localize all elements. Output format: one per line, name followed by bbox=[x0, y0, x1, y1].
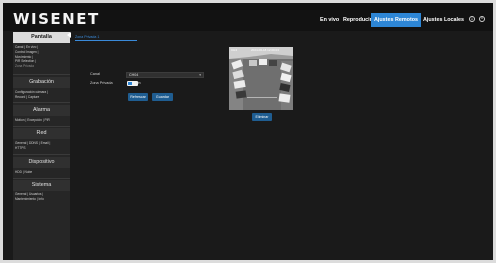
sidebar-item-configuracion-camara[interactable]: Configuración cámara bbox=[15, 90, 46, 94]
nav-reproducir[interactable]: Reproducir bbox=[340, 13, 375, 27]
channel-select[interactable]: CH04 ▾ bbox=[126, 72, 204, 78]
sidebar-section-alarma[interactable]: Alarma bbox=[13, 105, 70, 116]
nav-ajustes-remotos[interactable]: Ajustes Remotos bbox=[371, 13, 422, 27]
sidebar-item-row: HDD | Nube bbox=[15, 170, 33, 174]
sidebar-item-movimiento[interactable]: Movimiento bbox=[15, 55, 31, 59]
sidebar-item-capture[interactable]: Capture bbox=[28, 95, 39, 99]
sidebar-item-zona-privada[interactable]: Zona Privada bbox=[15, 64, 34, 68]
preview-timestamp: 2024-06-18 12:09:03 bbox=[251, 48, 279, 52]
nav-ajustes-locales[interactable]: Ajustes Locales bbox=[420, 13, 467, 27]
collapse-sidebar-icon[interactable] bbox=[67, 32, 71, 38]
sidebar-item-row: Record | Capture bbox=[15, 94, 40, 99]
main-panel: Zona Privada 1 Canal CH04 ▾ Zona Privada… bbox=[73, 32, 493, 260]
sidebar-item-mantenimiento[interactable]: Mantenimiento bbox=[15, 197, 36, 201]
camera-preview[interactable]: CH4 2024-06-18 12:09:03 bbox=[229, 47, 293, 110]
sidebar-items-red: General | DDNS | Email | HTTPS bbox=[15, 141, 69, 151]
power-icon[interactable] bbox=[479, 16, 485, 22]
toggle-state-text: On bbox=[136, 81, 141, 85]
sidebar-item-row: Mantenimiento | Info bbox=[15, 196, 44, 201]
sidebar-items-pantalla: Canal | En vivo | Control Imagen | Movim… bbox=[15, 45, 69, 69]
sidebar-item-record[interactable]: Record bbox=[15, 95, 25, 99]
sidebar-section-pantalla[interactable]: Pantalla bbox=[13, 32, 70, 43]
sidebar-items-dispositivo: HDD | Nube bbox=[15, 170, 69, 175]
sidebar-item-en-vivo[interactable]: En vivo bbox=[26, 45, 36, 49]
save-button[interactable]: Guardar bbox=[152, 93, 173, 101]
sidebar-item-control-imagen[interactable]: Control Imagen bbox=[15, 50, 37, 54]
app-window: WISENET En vivo Reproducir Ajustes Remot… bbox=[3, 3, 493, 260]
sidebar-item-general[interactable]: General bbox=[15, 192, 26, 196]
sidebar-section-grabacion[interactable]: Grabación bbox=[13, 77, 70, 88]
sidebar-item-hdd[interactable]: HDD bbox=[15, 170, 22, 174]
sidebar-item-row: Motion | Excepción | PIR bbox=[15, 118, 50, 122]
sidebar-item-email[interactable]: Email bbox=[41, 141, 49, 145]
sidebar-divider bbox=[13, 74, 70, 75]
sidebar-divider bbox=[13, 126, 70, 127]
sidebar-items-grabacion: Configuración cámara | Record | Capture bbox=[15, 90, 69, 100]
sidebar-items-alarma: Motion | Excepción | PIR bbox=[15, 118, 69, 123]
parking-lot-image bbox=[229, 47, 293, 110]
tab-underline bbox=[75, 40, 137, 41]
chevron-down-icon: ▾ bbox=[199, 73, 201, 77]
sidebar-item-ddns[interactable]: DDNS bbox=[29, 141, 38, 145]
info-icon[interactable] bbox=[469, 16, 475, 22]
delete-button[interactable]: Eliminar bbox=[252, 113, 272, 121]
sidebar-item-pir[interactable]: PIR bbox=[45, 118, 50, 122]
sidebar-item-info[interactable]: Info bbox=[39, 197, 44, 201]
channel-select-value: CH04 bbox=[129, 73, 139, 77]
sidebar-divider bbox=[13, 178, 70, 179]
refresh-button[interactable]: Refrescar bbox=[128, 93, 148, 101]
toggle-knob bbox=[128, 82, 132, 85]
canal-label: Canal bbox=[90, 72, 100, 76]
sidebar-section-sistema[interactable]: Sistema bbox=[13, 180, 70, 191]
sidebar-divider bbox=[13, 102, 70, 103]
sidebar-item-row: Zona Privada bbox=[15, 64, 69, 69]
sidebar: Pantalla Canal | En vivo | Control Image… bbox=[13, 32, 70, 260]
sidebar-section-red[interactable]: Red bbox=[13, 128, 70, 139]
sidebar-item-https[interactable]: HTTPS bbox=[15, 146, 25, 150]
sidebar-item-canal[interactable]: Canal bbox=[15, 45, 23, 49]
sidebar-item-usuarios[interactable]: Usuarios bbox=[29, 192, 42, 196]
sidebar-item-motion[interactable]: Motion bbox=[15, 118, 25, 122]
zona-privada-label: Zona Privada bbox=[90, 81, 113, 85]
brand-logo: WISENET bbox=[13, 10, 100, 28]
sidebar-item-row: HTTPS bbox=[15, 146, 69, 151]
sidebar-items-sistema: General | Usuarios | Mantenimiento | Inf… bbox=[15, 192, 69, 202]
sidebar-item-general[interactable]: General bbox=[15, 141, 26, 145]
sidebar-section-dispositivo[interactable]: Dispositivo bbox=[13, 157, 70, 168]
sidebar-item-pir-selection[interactable]: PIR Selection bbox=[15, 59, 34, 63]
sidebar-item-nube[interactable]: Nube bbox=[25, 170, 33, 174]
top-bar: WISENET En vivo Reproducir Ajustes Remot… bbox=[3, 3, 493, 31]
nav-en-vivo[interactable]: En vivo bbox=[317, 13, 342, 27]
tab-zona-privada-1[interactable]: Zona Privada 1 bbox=[75, 35, 99, 39]
sidebar-divider bbox=[13, 154, 70, 155]
sidebar-item-excepcion[interactable]: Excepción bbox=[27, 118, 42, 122]
preview-channel-label: CH4 bbox=[231, 48, 238, 52]
